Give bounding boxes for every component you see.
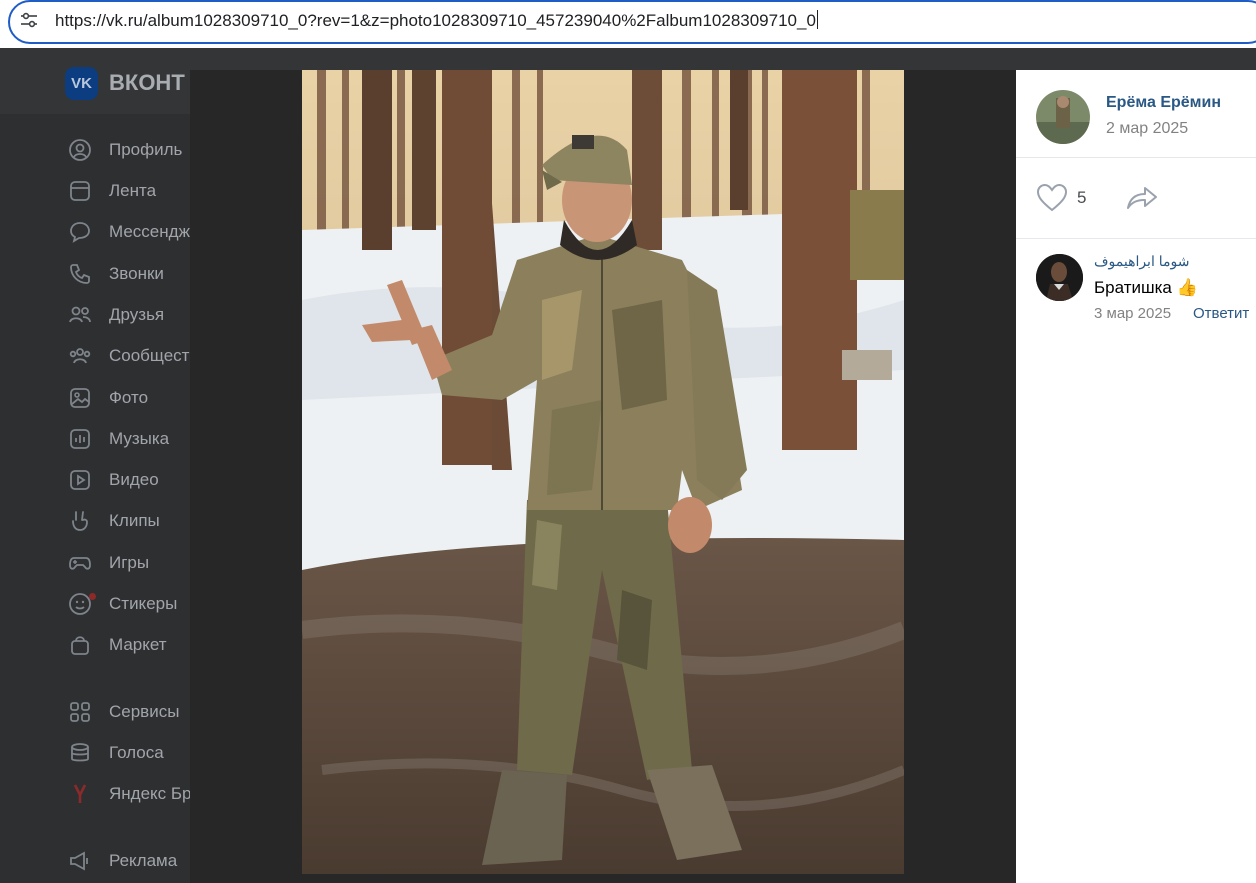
photo-viewer: Ерёма Ерёмин 2 мар 2025 5 شوما ابراهیموف… — [190, 70, 1256, 883]
market-icon — [68, 633, 94, 657]
like-count: 5 — [1077, 188, 1087, 207]
sidebar-item-label: Стикеры — [109, 594, 178, 613]
friends-icon — [68, 303, 94, 327]
sidebar-item-label: Звонки — [109, 264, 164, 283]
author-avatar[interactable] — [1036, 90, 1090, 144]
yandex-icon — [68, 782, 94, 806]
music-icon — [68, 427, 94, 451]
photo-image[interactable] — [302, 70, 904, 874]
notification-dot — [89, 593, 96, 600]
games-icon — [68, 551, 94, 575]
comment-date[interactable]: 3 мар 2025 — [1094, 305, 1171, 322]
profile-icon — [68, 138, 94, 162]
feed-icon — [68, 179, 94, 203]
sidebar-item-label: Голоса — [109, 743, 164, 762]
sidebar-item-label: Реклама — [109, 851, 178, 870]
photo-icon — [68, 386, 94, 410]
clips-icon — [68, 509, 94, 533]
text-caret — [816, 10, 818, 29]
sidebar-item-label: Фото — [109, 388, 149, 407]
sidebar-item-label: Игры — [109, 553, 150, 572]
comment-author-avatar[interactable] — [1036, 254, 1083, 301]
sidebar-item-label: Клипы — [109, 511, 160, 530]
author-name-link[interactable]: Ерёма Ерёмин — [1106, 94, 1221, 112]
photo-illustration — [302, 70, 904, 874]
sidebar-item-label: Маркет — [109, 635, 167, 654]
sidebar-item-label: Профиль — [109, 140, 183, 159]
reply-link[interactable]: Ответит — [1193, 305, 1249, 322]
url-text[interactable]: https://vk.ru/album1028309710_0?rev=1&z=… — [55, 10, 818, 31]
services-icon — [68, 700, 94, 724]
divider — [1016, 157, 1256, 158]
sidebar-item-label: Мессендж — [109, 222, 190, 241]
browser-toolbar: https://vk.ru/album1028309710_0?rev=1&z=… — [0, 0, 1256, 48]
share-arrow-icon[interactable] — [1125, 184, 1159, 212]
votes-icon — [68, 741, 94, 765]
sidebar-item-label: Сервисы — [109, 702, 180, 721]
sidebar-item-label: Друзья — [109, 305, 165, 324]
sidebar-item-label: Музыка — [109, 429, 170, 448]
sidebar-item-label: Сообщест — [109, 346, 190, 365]
like-heart-icon[interactable] — [1036, 183, 1068, 213]
sidebar-item-label: Видео — [109, 470, 159, 489]
vk-logo-icon[interactable]: VK — [65, 67, 98, 100]
phone-icon — [68, 262, 94, 286]
photo-side-panel: Ерёма Ерёмин 2 мар 2025 5 شوما ابراهیموف… — [1016, 70, 1256, 883]
stickers-icon — [68, 592, 96, 616]
messenger-icon — [68, 220, 94, 244]
video-icon — [68, 468, 94, 492]
post-date[interactable]: 2 мар 2025 — [1106, 120, 1188, 138]
sidebar-item-label: Лента — [109, 181, 157, 200]
vk-brand-text: ВКОНТ — [109, 70, 185, 95]
ads-icon — [68, 849, 94, 873]
comment-text: Братишка 👍 — [1094, 278, 1198, 297]
comment-author-link[interactable]: شوما ابراهیموف — [1094, 253, 1189, 270]
site-settings-icon[interactable] — [18, 9, 40, 31]
sidebar-item-label: Яндекс Бр — [109, 784, 192, 803]
communities-icon — [68, 344, 94, 368]
thumbs-up-emoji-icon: 👍 — [1176, 278, 1198, 297]
divider — [1016, 238, 1256, 239]
